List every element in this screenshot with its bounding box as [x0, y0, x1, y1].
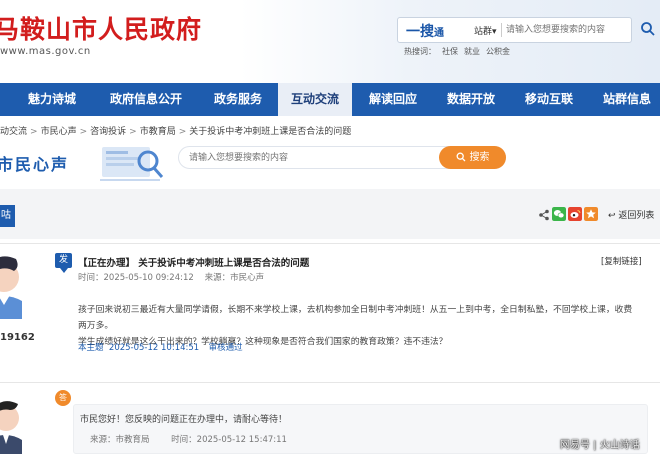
content-search-box[interactable]: 搜索	[178, 146, 506, 169]
review-status: 审核通过	[208, 343, 243, 353]
breadcrumb-separator: >	[178, 127, 187, 137]
breadcrumb-current: 关于投诉中考冲刺班上课是否合法的问题	[189, 127, 352, 137]
hot-words: 热搜词： 社保 就业 公积金	[404, 46, 516, 57]
reply-text: 市民您好！您反映的问题正在办理中，请耐心等待！	[80, 415, 288, 425]
hot-word[interactable]: 社保	[442, 47, 458, 56]
weibo-icon[interactable]	[568, 207, 582, 221]
post-title: 【正在办理】 关于投诉中考冲刺班上课是否合法的问题	[78, 258, 310, 269]
nav-item-interaction[interactable]: 互动交流	[278, 83, 352, 116]
breadcrumb-item[interactable]: 市教育局	[140, 127, 176, 137]
user-avatar	[0, 249, 42, 319]
breadcrumb-item[interactable]: 咨询投诉	[90, 127, 126, 137]
user-id: 19162	[0, 332, 35, 343]
breadcrumb-item[interactable]: 市民心声	[41, 127, 77, 137]
search-icon	[456, 152, 465, 162]
post-footer: 本主题 2025-05-12 10:14:51 审核通过	[78, 341, 243, 353]
post-source: 市民心声	[230, 273, 265, 283]
breadcrumb-separator: >	[129, 127, 137, 137]
search-button-label: 搜索	[469, 152, 490, 163]
hot-words-label: 热搜词：	[404, 47, 436, 56]
search-icon[interactable]	[640, 21, 656, 37]
nav-item-interpretation[interactable]: 解读回应	[362, 83, 424, 116]
share-icon[interactable]	[538, 209, 550, 221]
post-source-label: 来源：	[204, 273, 231, 283]
nav-item-gov-service[interactable]: 政务服务	[207, 83, 269, 116]
back-arrow-icon: ↩	[608, 211, 619, 221]
reply-badge: 答	[55, 390, 71, 406]
post-foot-label: 本主题	[78, 343, 104, 353]
banner-illustration-icon	[100, 147, 164, 181]
top-search-input[interactable]	[506, 21, 616, 39]
hot-word[interactable]: 就业	[464, 47, 480, 56]
copy-link-button[interactable]: [复制链接]	[601, 255, 642, 267]
breadcrumb: 动交流 > 市民心声 > 咨询投诉 > 市教育局 > 关于投诉中考冲刺班上课是否合法的问题	[0, 124, 351, 137]
section-title: 市民心声	[0, 155, 70, 174]
reply-source: 市教育局	[115, 435, 150, 445]
breadcrumb-separator: >	[79, 127, 88, 137]
reply-time-label: 时间：	[171, 435, 197, 445]
post-badge: 发	[55, 253, 72, 273]
site-title[interactable]: 马鞍山市人民政府	[0, 10, 202, 46]
search-brand-logo: 一搜通	[406, 24, 444, 40]
hot-word[interactable]: 公积金	[486, 47, 510, 56]
watermark: 网易号 | 火山诗话	[560, 440, 640, 451]
search-scope-select[interactable]: 站群▾	[474, 24, 497, 37]
post-time-label: 时间：	[78, 273, 104, 283]
breadcrumb-separator: >	[30, 127, 38, 137]
post-foot-time: 2025-05-12 10:14:51	[108, 343, 200, 353]
band-tab[interactable]: 咕	[0, 205, 15, 227]
section-banner: 市民心声 搜索	[0, 137, 660, 185]
nav-item-gov-info[interactable]: 政府信息公开	[103, 83, 189, 116]
reply-source-label: 来源：	[90, 435, 116, 445]
main-nav: 魅力诗城 政府信息公开 政务服务 互动交流 解读回应 数据开放 移动互联 站群信…	[0, 83, 660, 116]
nav-item-charm-city[interactable]: 魅力诗城	[22, 83, 82, 116]
content-search-button[interactable]: 搜索	[439, 146, 506, 169]
back-to-list-label: 返回列表	[618, 211, 655, 221]
post-time: 2025-05-10 09:24:12	[103, 273, 194, 283]
nav-item-mobile[interactable]: 移动互联	[518, 83, 580, 116]
nav-item-site-group[interactable]: 站群信息	[596, 83, 658, 116]
back-to-list-link[interactable]: ↩ 返回列表	[608, 208, 654, 221]
site-header: 马鞍山市人民政府 www.mas.gov.cn 一搜通 站群▾ 热搜词： 社保就业…	[0, 0, 660, 83]
reply-meta: 来源：市教育局 时间：2025-05-12 15:47:11	[90, 433, 287, 445]
post-meta: 时间：2025-05-10 09:24:12 来源：市民心声	[78, 271, 264, 283]
site-domain: www.mas.gov.cn	[0, 46, 91, 57]
page: 马鞍山市人民政府 www.mas.gov.cn 一搜通 站群▾ 热搜词： 社保就业…	[0, 0, 660, 454]
reply-time: 2025-05-12 15:47:11	[196, 435, 287, 445]
favorite-star-icon[interactable]	[584, 207, 598, 221]
content-search-input[interactable]	[189, 150, 429, 166]
search-divider	[501, 23, 502, 37]
post-body-line: 孩子回来说初三最近有大量同学请假，长期不来学校上课，去机构参加全日制中考冲刺班！…	[78, 305, 633, 331]
nav-item-open-data[interactable]: 数据开放	[440, 83, 502, 116]
wechat-icon[interactable]	[552, 207, 566, 221]
official-avatar	[0, 390, 40, 454]
breadcrumb-item[interactable]: 动交流	[0, 127, 27, 137]
top-search-box[interactable]: 一搜通 站群▾	[397, 17, 632, 43]
